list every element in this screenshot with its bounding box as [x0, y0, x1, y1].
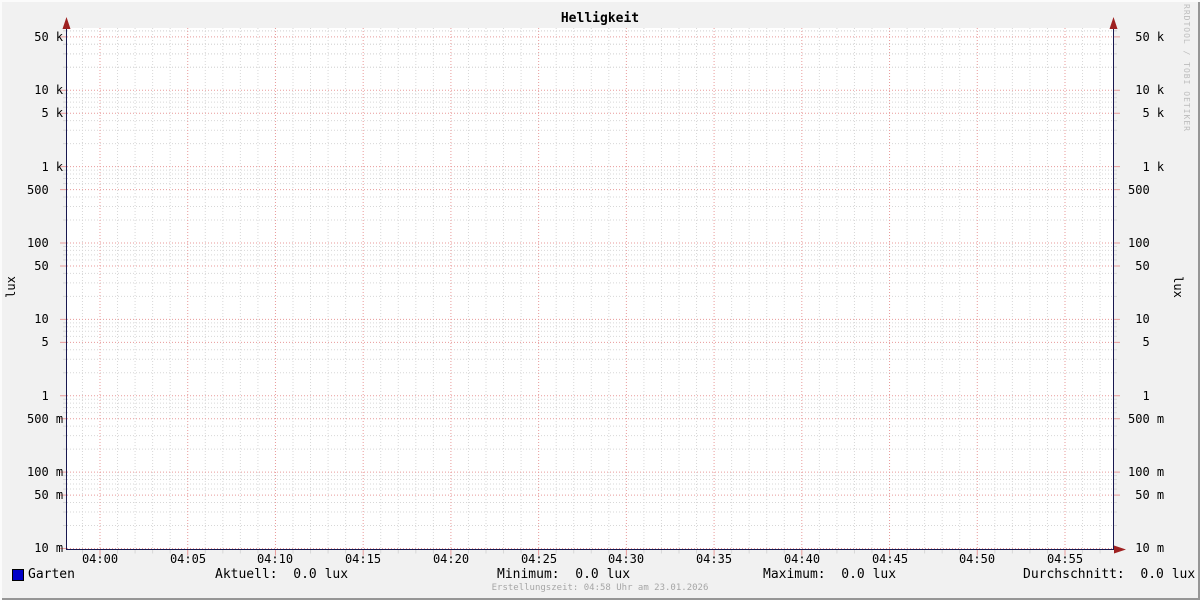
y-tick-label-left: 100 m — [27, 465, 64, 479]
y-tick-label-left: 5 — [27, 335, 49, 349]
y-tick-label-left: 10 k — [27, 83, 64, 97]
y-tick-label-right: 1 — [1128, 389, 1150, 403]
y-tick-label-left: 100 — [27, 236, 49, 250]
y-tick-label-left: 10 — [27, 312, 49, 326]
y-tick-label-left: 50 k — [27, 30, 64, 44]
x-tick-label: 04:15 — [344, 552, 382, 566]
watermark: RRDTOOL / TOBI OETIKER — [1182, 4, 1191, 132]
y-tick-label-right: 500 m — [1128, 412, 1165, 426]
y-tick-label-right: 10 m — [1128, 541, 1165, 555]
footer-timestamp: Erstellungszeit: 04:58 Uhr am 23.01.2026 — [491, 583, 709, 593]
y-tick-label-right: 50 k — [1128, 30, 1165, 44]
y-tick-label-right: 5 — [1128, 335, 1150, 349]
y-tick-label-left: 500 m — [27, 412, 64, 426]
y-tick-label-left: 1 k — [27, 160, 64, 174]
legend-stat-durchschnitt: Durchschnitt: 0.0 lux — [1023, 567, 1196, 582]
y-tick-label-left: 10 m — [27, 541, 64, 555]
y-tick-label-left: 50 m — [27, 488, 64, 502]
legend: Garten Aktuell: 0.0 lux Minimum: 0.0 lux M… — [0, 568, 1200, 583]
x-tick-label: 04:45 — [871, 552, 909, 566]
y-tick-label-right: 5 k — [1128, 106, 1165, 120]
y-axis-unit-left: lux — [4, 276, 18, 298]
legend-stat-maximum: Maximum: 0.0 lux — [763, 567, 897, 582]
y-axis-unit-right: lux — [1171, 276, 1185, 298]
y-tick-label-right: 1 k — [1128, 160, 1165, 174]
x-tick-label: 04:55 — [1046, 552, 1084, 566]
y-tick-label-left: 5 k — [27, 106, 64, 120]
y-tick-label-right: 100 — [1128, 236, 1150, 250]
y-tick-label-right: 10 k — [1128, 83, 1165, 97]
rrdtool-graph: Helligkeit 50 k 10 k 5 k 1 k 500 100 50 10… — [0, 0, 1200, 600]
x-tick-label: 04:35 — [695, 552, 733, 566]
y-tick-label-left: 500 — [27, 183, 49, 197]
axis-arrow-right — [1114, 545, 1126, 554]
x-tick-label: 04:10 — [256, 552, 294, 566]
x-tick-label: 04:20 — [432, 552, 470, 566]
legend-stat-aktuell: Aktuell: 0.0 lux — [215, 567, 349, 582]
y-tick-label-left: 50 — [27, 259, 49, 273]
x-tick-label: 04:30 — [607, 552, 645, 566]
x-tick-label: 04:05 — [169, 552, 207, 566]
legend-series-label: Garten — [28, 567, 75, 582]
legend-swatch — [12, 569, 24, 581]
y-tick-label-right: 50 m — [1128, 488, 1165, 502]
chart-plot-area — [60, 17, 1126, 556]
y-tick-label-left: 1 — [27, 389, 49, 403]
chart-title: Helligkeit — [560, 11, 640, 26]
y-tick-label-right: 500 — [1128, 183, 1150, 197]
x-tick-label: 04:40 — [783, 552, 821, 566]
y-tick-label-right: 100 m — [1128, 465, 1165, 479]
x-tick-label: 04:00 — [81, 552, 119, 566]
y-tick-label-right: 50 — [1128, 259, 1150, 273]
y-tick-label-right: 10 — [1128, 312, 1150, 326]
chart-canvas — [67, 28, 1113, 550]
legend-stat-minimum: Minimum: 0.0 lux — [497, 567, 631, 582]
x-tick-label: 04:25 — [520, 552, 558, 566]
x-tick-label: 04:50 — [958, 552, 996, 566]
